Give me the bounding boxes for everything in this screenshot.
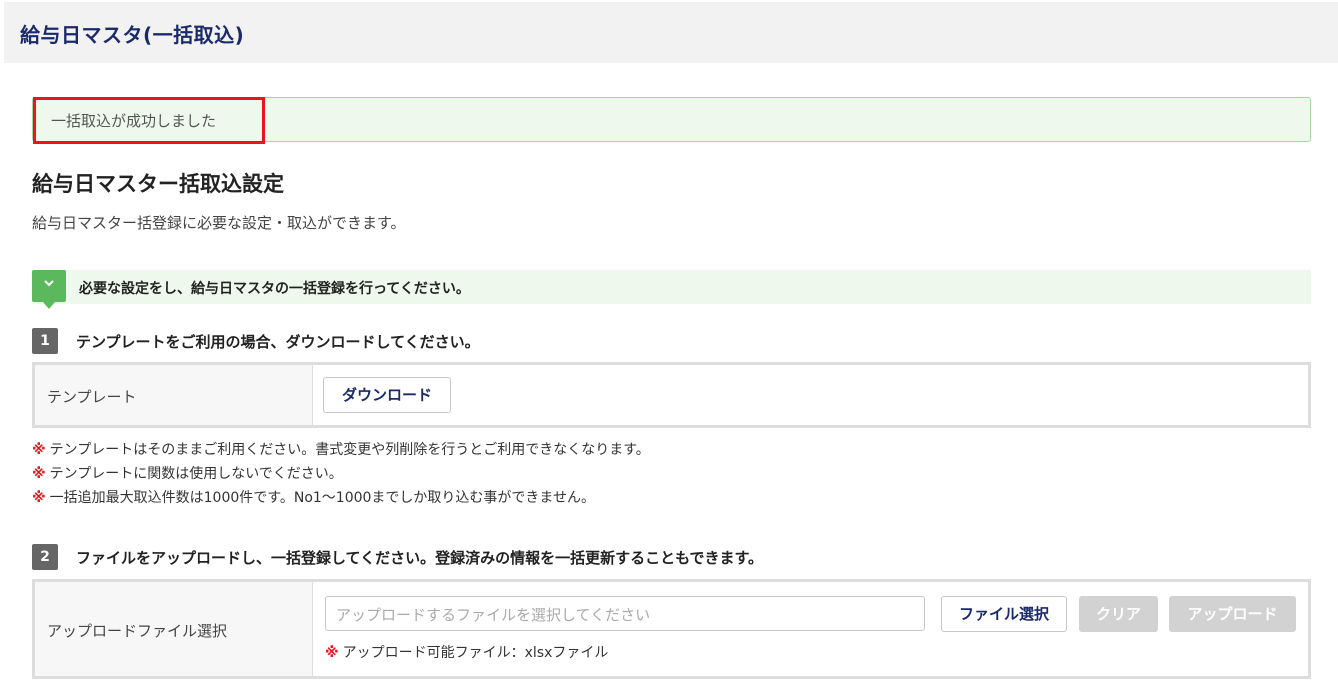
template-notes: ※ テンプレートはそのままご利用ください。書式変更や列削除を行うとご利用できなくな… bbox=[32, 440, 650, 512]
note-text: テンプレートはそのままご利用ください。書式変更や列削除を行うとご利用できなくなり… bbox=[49, 442, 650, 458]
note-text: 一括追加最大取込件数は1000件です。No1～1000までしか取り込む事ができま… bbox=[49, 490, 596, 506]
download-button[interactable]: ダウンロード bbox=[323, 377, 451, 413]
section-description: 給与日マスター括登録に必要な設定・取込ができます。 bbox=[32, 214, 406, 232]
upload-button[interactable]: アップロード bbox=[1169, 596, 1296, 632]
info-text: 必要な設定をし、給与日マスタの一括登録を行ってください。 bbox=[79, 281, 470, 297]
step-label: テンプレートをご利用の場合、ダウンロードしてください。 bbox=[76, 333, 480, 351]
upload-row: アップロードファイル選択 アップロードするファイルを選択してください ファイル選… bbox=[32, 579, 1311, 679]
info-bar: 必要な設定をし、給与日マスタの一括登録を行ってください。 bbox=[32, 270, 1311, 309]
page-title: 給与日マスタ(一括取込) bbox=[20, 23, 245, 47]
alert-message: 一括取込が成功しました bbox=[51, 112, 217, 130]
page-header: 給与日マスタ(一括取込) bbox=[4, 2, 1338, 63]
note-text: テンプレートに関数は使用しないでください。 bbox=[49, 466, 343, 482]
chevron-down-icon bbox=[32, 276, 66, 290]
file-select-button[interactable]: ファイル選択 bbox=[941, 596, 1067, 632]
upload-note-text: アップロード可能ファイル：xlsxファイル bbox=[342, 645, 609, 661]
template-label: テンプレート bbox=[47, 388, 137, 406]
note-item: ※ テンプレートに関数は使用しないでください。 bbox=[32, 464, 650, 488]
upload-file-note: ※ アップロード可能ファイル：xlsxファイル bbox=[325, 642, 608, 662]
note-mark: ※ bbox=[32, 466, 46, 482]
step-label: ファイルをアップロードし、一括登録してください。登録済みの情報を一括更新すること… bbox=[76, 549, 764, 567]
success-alert: 一括取込が成功しました bbox=[32, 97, 1311, 144]
note-item: ※ テンプレートはそのままご利用ください。書式変更や列削除を行うとご利用できなくな… bbox=[32, 440, 650, 464]
template-label-cell: テンプレート bbox=[35, 365, 313, 425]
clear-button[interactable]: クリア bbox=[1079, 596, 1158, 632]
note-mark: ※ bbox=[32, 442, 46, 458]
info-badge bbox=[32, 270, 66, 309]
step-number-badge: 1 bbox=[32, 328, 58, 354]
step-number-badge: 2 bbox=[32, 544, 58, 570]
note-mark: ※ bbox=[325, 645, 339, 661]
template-row: テンプレート ダウンロード bbox=[32, 362, 1311, 428]
upload-label-cell: アップロードファイル選択 bbox=[35, 582, 313, 676]
upload-label: アップロードファイル選択 bbox=[47, 622, 228, 640]
file-input-placeholder: アップロードするファイルを選択してください bbox=[336, 606, 651, 624]
section-title: 給与日マスター括取込設定 bbox=[32, 172, 284, 196]
note-mark: ※ bbox=[32, 490, 46, 506]
file-path-input[interactable]: アップロードするファイルを選択してください bbox=[325, 596, 925, 631]
note-item: ※ 一括追加最大取込件数は1000件です。No1～1000までしか取り込む事ができ… bbox=[32, 488, 650, 512]
